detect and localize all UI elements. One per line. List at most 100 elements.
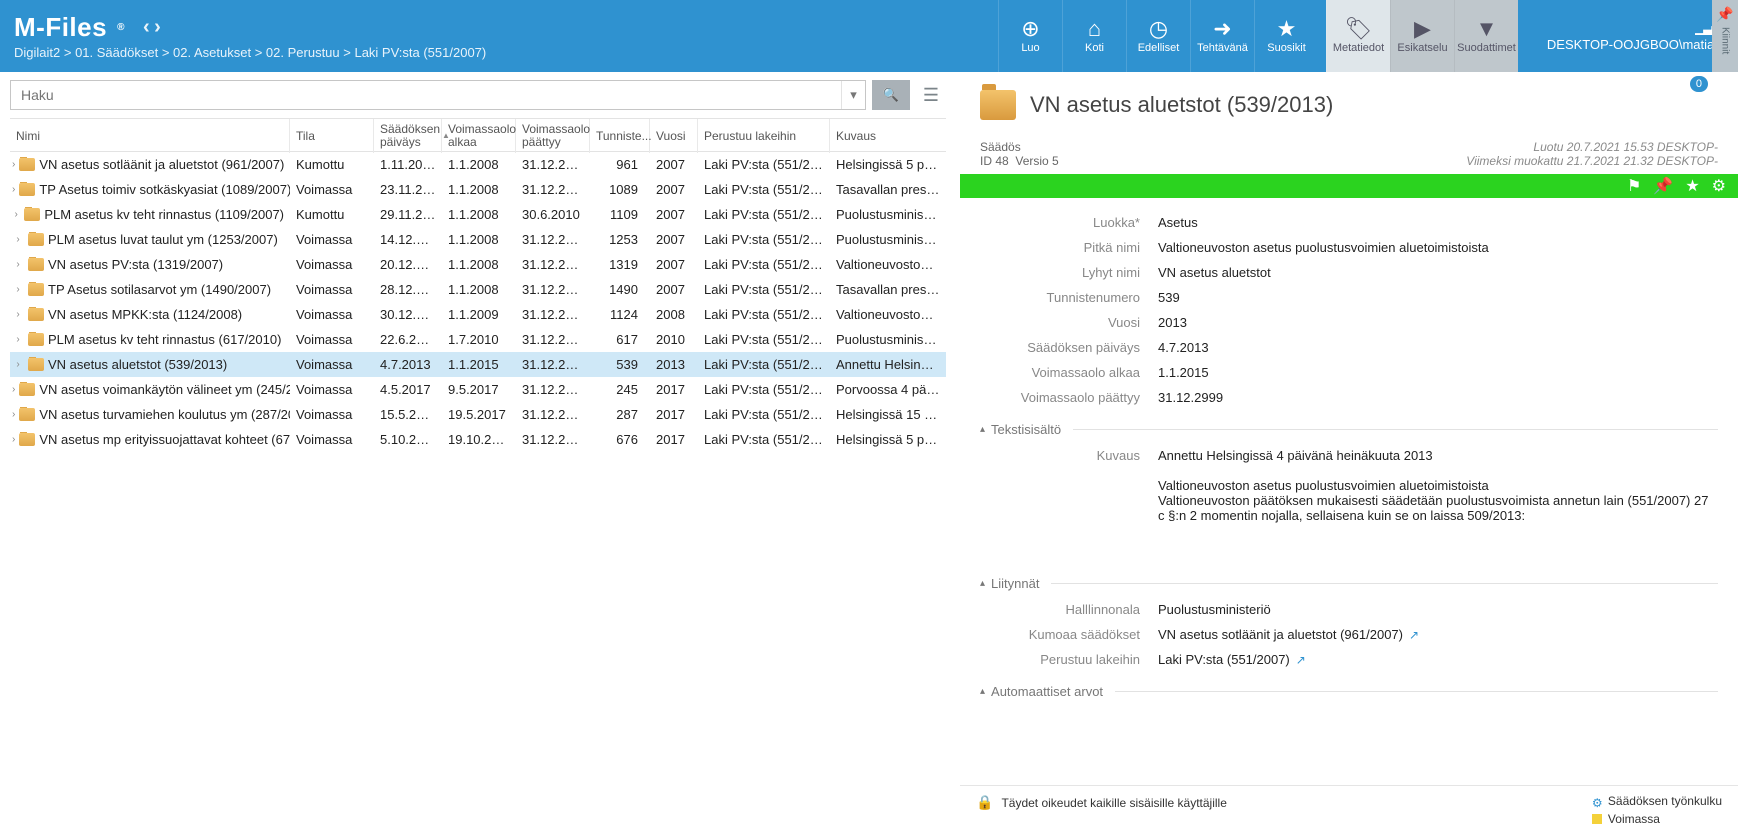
notification-badge[interactable]: 0 — [1690, 76, 1708, 92]
table-row[interactable]: ›VN asetus sotläänit ja aluetstot (961/2… — [10, 152, 946, 177]
expand-icon[interactable]: › — [12, 184, 15, 195]
field-value[interactable]: 1.1.2015 — [1158, 362, 1718, 383]
table-row[interactable]: ›VN asetus PV:sta (1319/2007)Voimassa20.… — [10, 252, 946, 277]
row-validfrom: 1.1.2008 — [442, 207, 516, 222]
col-desc[interactable]: Kuvaus — [830, 119, 946, 153]
table-row[interactable]: ›VN asetus aluetstot (539/2013)Voimassa4… — [10, 352, 946, 377]
search-input[interactable] — [11, 81, 841, 109]
nav-back-icon[interactable]: ‹ — [143, 16, 150, 39]
field-value[interactable]: 539 — [1158, 287, 1718, 308]
breadcrumb-item[interactable]: 02. Asetukset — [173, 45, 251, 60]
row-basedon: Laki PV:sta (551/2007) — [698, 157, 830, 172]
expand-icon[interactable]: › — [12, 284, 24, 295]
search-button[interactable]: 🔍 — [872, 80, 910, 110]
breadcrumb-item[interactable]: 01. Säädökset — [75, 45, 158, 60]
row-status: Voimassa — [290, 382, 374, 397]
table-row[interactable]: ›VN asetus voimankäytön välineet ym (245… — [10, 377, 946, 402]
pin-icon: 📌 — [1716, 6, 1733, 23]
row-regdate: 5.10.2017 — [374, 432, 442, 447]
search-dropdown[interactable]: ▾ — [841, 81, 865, 109]
field-value[interactable]: Laki PV:sta (551/2007)↗ — [1158, 649, 1718, 670]
section-text[interactable]: ▴Tekstisisältö — [980, 422, 1718, 437]
table-row[interactable]: ›VN asetus MPKK:sta (1124/2008)Voimassa3… — [10, 302, 946, 327]
pin-tab[interactable]: 📌 Kiinnit — [1712, 0, 1738, 72]
row-basedon: Laki PV:sta (551/2007) — [698, 382, 830, 397]
col-validfrom[interactable]: Voimassaolo alkaa — [442, 119, 516, 153]
tab-preview[interactable]: ▶Esikatselu — [1390, 0, 1454, 72]
favorites-button[interactable]: ★Suosikit — [1254, 0, 1318, 72]
col-regdate[interactable]: Säädöksen päiväys▲ — [374, 119, 442, 153]
table-row[interactable]: ›TP Asetus sotilasarvot ym (1490/2007)Vo… — [10, 277, 946, 302]
expand-icon[interactable]: › — [12, 234, 24, 245]
flag-icon[interactable]: ⚑ — [1627, 176, 1641, 196]
nav-forward-icon[interactable]: › — [154, 16, 161, 39]
home-button[interactable]: ⌂Koti — [1062, 0, 1126, 72]
row-ident: 539 — [590, 357, 650, 372]
section-links[interactable]: ▴Liitynnät — [980, 576, 1718, 591]
open-link-icon[interactable]: ↗ — [1296, 653, 1306, 667]
field-value[interactable]: Annettu Helsingissä 4 päivänä heinäkuuta… — [1158, 445, 1718, 526]
field-value[interactable]: Asetus — [1158, 212, 1718, 233]
star-icon[interactable]: ★ — [1685, 176, 1699, 196]
breadcrumb-item[interactable]: Digilait2 — [14, 45, 60, 60]
row-ident: 617 — [590, 332, 650, 347]
tab-metadata[interactable]: 🏷Metatiedot — [1326, 0, 1390, 72]
row-name: VN asetus aluetstot (539/2013) — [48, 357, 227, 372]
col-validto[interactable]: Voimassaolo päättyy — [516, 119, 590, 153]
field-value[interactable]: 4.7.2013 — [1158, 337, 1718, 358]
caret-up-icon: ▴ — [980, 578, 985, 589]
field-value[interactable]: Puolustusministeriö — [1158, 599, 1718, 620]
row-year: 2007 — [650, 157, 698, 172]
breadcrumb[interactable]: Digilait2 > 01. Säädökset > 02. Asetukse… — [14, 45, 998, 60]
username-label: DESKTOP-OOJGBOO\matias2 — [1547, 37, 1728, 52]
col-basedon[interactable]: Perustuu lakeihin — [698, 119, 830, 153]
previous-button[interactable]: ◷Edelliset — [1126, 0, 1190, 72]
star-icon: ★ — [1277, 18, 1297, 40]
gear-icon[interactable]: ⚙ — [1712, 176, 1726, 196]
section-auto[interactable]: ▴Automaattiset arvot — [980, 684, 1718, 699]
pin-icon[interactable]: 📌 — [1653, 176, 1673, 196]
table-row[interactable]: ›TP Asetus toimiv sotkäskyasiat (1089/20… — [10, 177, 946, 202]
meta-body: Luokka*Asetus Pitkä nimiValtioneuvoston … — [960, 198, 1738, 750]
field-value[interactable]: VN asetus sotläänit ja aluetstot (961/20… — [1158, 624, 1718, 645]
row-validfrom: 1.1.2008 — [442, 282, 516, 297]
object-version: Versio 5 — [1015, 154, 1058, 168]
workflow-box[interactable]: ⚙Säädöksen työnkulku Voimassa — [1592, 794, 1722, 826]
state-color-icon — [1592, 814, 1602, 824]
field-value[interactable]: 31.12.2999 — [1158, 387, 1718, 408]
expand-icon[interactable]: › — [12, 409, 15, 420]
col-name[interactable]: Nimi — [10, 119, 290, 153]
open-link-icon[interactable]: ↗ — [1409, 628, 1419, 642]
row-name: TP Asetus sotilasarvot ym (1490/2007) — [48, 282, 271, 297]
expand-icon[interactable]: › — [12, 359, 24, 370]
col-status[interactable]: Tila — [290, 119, 374, 153]
col-ident[interactable]: Tunniste... — [590, 119, 650, 153]
col-year[interactable]: Vuosi — [650, 119, 698, 153]
app-logo: M-Files® ‹ › — [14, 12, 998, 43]
breadcrumb-item[interactable]: 02. Perustuu — [266, 45, 340, 60]
tasks-button[interactable]: ➜Tehtävänä — [1190, 0, 1254, 72]
tab-filters[interactable]: ▼Suodattimet — [1454, 0, 1518, 72]
table-row[interactable]: ›PLM asetus kv teht rinnastus (617/2010)… — [10, 327, 946, 352]
table-row[interactable]: ›VN asetus mp erityissuojattavat kohteet… — [10, 427, 946, 452]
field-value[interactable]: VN asetus aluetstot — [1158, 262, 1718, 283]
row-regdate: 20.12.2007 — [374, 257, 442, 272]
expand-icon[interactable]: › — [12, 309, 24, 320]
permissions-label[interactable]: Täydet oikeudet kaikille sisäisille käyt… — [1001, 796, 1226, 810]
expand-icon[interactable]: › — [12, 434, 15, 445]
field-value[interactable]: Valtioneuvoston asetus puolustusvoimien … — [1158, 237, 1718, 258]
expand-icon[interactable]: › — [12, 334, 24, 345]
table-row[interactable]: ›VN asetus turvamiehen koulutus ym (287/… — [10, 402, 946, 427]
row-basedon: Laki PV:sta (551/2007) — [698, 232, 830, 247]
create-button[interactable]: ⊕Luo — [998, 0, 1062, 72]
caret-up-icon: ▴ — [980, 424, 985, 435]
field-value[interactable]: 2013 — [1158, 312, 1718, 333]
expand-icon[interactable]: › — [12, 259, 24, 270]
search-options-button[interactable]: ☰ — [916, 80, 946, 110]
expand-icon[interactable]: › — [12, 209, 20, 220]
table-row[interactable]: ›PLM asetus luvat taulut ym (1253/2007)V… — [10, 227, 946, 252]
expand-icon[interactable]: › — [12, 384, 15, 395]
breadcrumb-item[interactable]: Laki PV:sta (551/2007) — [354, 45, 486, 60]
table-row[interactable]: ›PLM asetus kv teht rinnastus (1109/2007… — [10, 202, 946, 227]
expand-icon[interactable]: › — [12, 159, 15, 170]
